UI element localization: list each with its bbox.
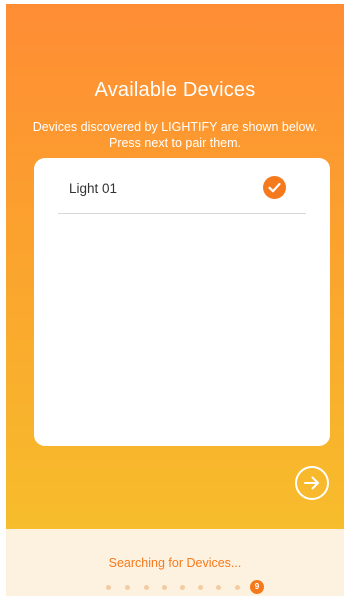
next-button[interactable] bbox=[295, 466, 329, 500]
status-footer: Searching for Devices... 9 bbox=[6, 529, 344, 596]
device-list-item[interactable]: Light 01 bbox=[58, 167, 306, 214]
step-dot bbox=[125, 585, 130, 590]
arrow-right-icon bbox=[304, 476, 319, 490]
pairing-screen: Available Devices Devices discovered by … bbox=[6, 4, 344, 596]
header-gradient: Available Devices Devices discovered by … bbox=[6, 4, 344, 529]
current-step-badge: 9 bbox=[250, 580, 264, 594]
step-dot bbox=[216, 585, 221, 590]
device-list-card: Light 01 bbox=[34, 158, 330, 446]
step-dot bbox=[162, 585, 167, 590]
step-dot bbox=[144, 585, 149, 590]
page-title: Available Devices bbox=[94, 79, 256, 101]
check-circle-icon[interactable] bbox=[263, 176, 286, 199]
step-dot bbox=[235, 585, 240, 590]
page-subtitle: Devices discovered by LIGHTIFY are shown… bbox=[32, 120, 318, 150]
step-indicator: 9 bbox=[6, 576, 344, 596]
step-dot bbox=[180, 585, 185, 590]
step-dot bbox=[198, 585, 203, 590]
device-name: Light 01 bbox=[69, 181, 118, 196]
status-text: Searching for Devices... bbox=[108, 556, 242, 570]
step-dot bbox=[106, 585, 111, 590]
